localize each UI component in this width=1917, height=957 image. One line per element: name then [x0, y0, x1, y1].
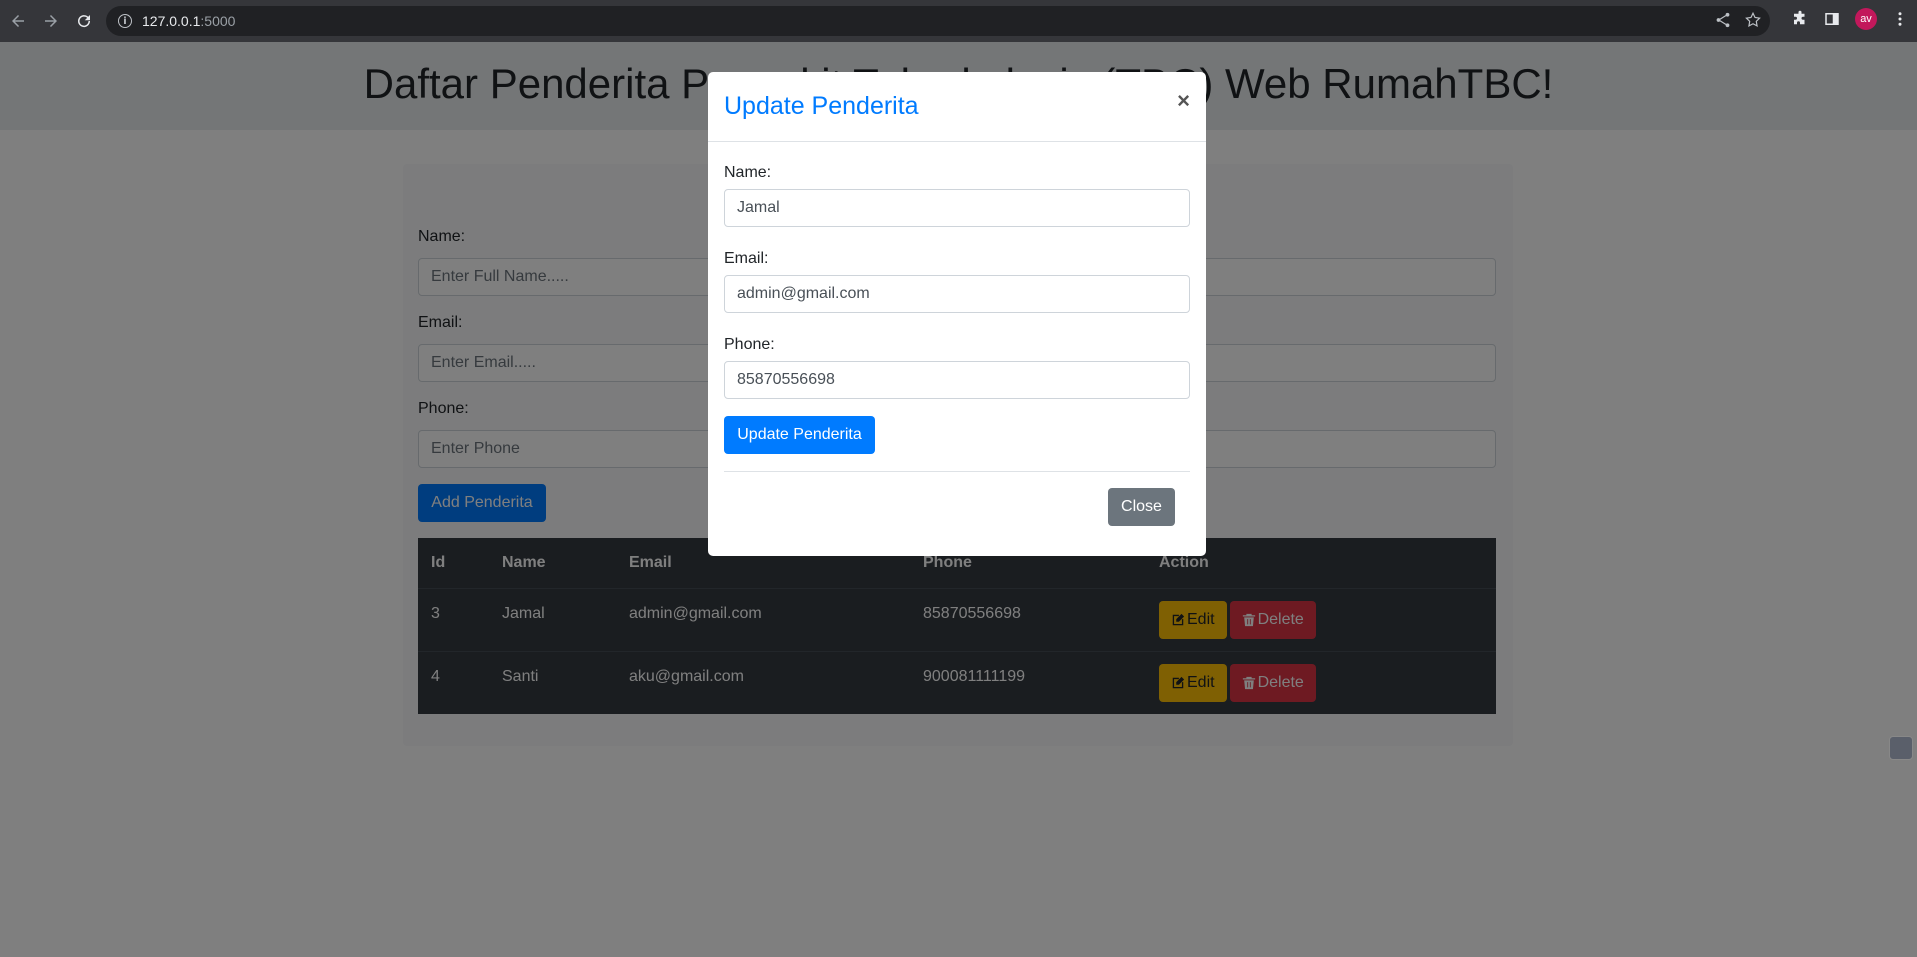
modal-close-x-button[interactable]: ×: [1177, 88, 1190, 114]
url-text: 127.0.0.1:5000: [142, 13, 236, 29]
modal-name-input[interactable]: Jamal: [724, 189, 1190, 227]
star-icon[interactable]: [1744, 11, 1762, 29]
modal-phone-input[interactable]: 85870556698: [724, 361, 1190, 399]
reload-icon: [78, 15, 91, 28]
modal-phone-label: Phone:: [724, 336, 775, 353]
modal-name-label: Name:: [724, 164, 772, 181]
devtools-widget-icon[interactable]: [1889, 736, 1913, 760]
info-icon[interactable]: i: [118, 14, 132, 28]
side-panel-icon[interactable]: [1823, 10, 1841, 28]
arrow-right-icon: [45, 15, 57, 27]
extensions-icon[interactable]: [1791, 10, 1809, 28]
modal-divider: [724, 471, 1190, 472]
share-icon[interactable]: [1714, 11, 1732, 29]
update-penderita-modal: Update Penderita × Name: Jamal Email: ad…: [708, 72, 1206, 556]
profile-avatar[interactable]: av: [1855, 8, 1877, 30]
arrow-left-icon: [12, 15, 24, 27]
modal-email-label: Email:: [724, 250, 769, 267]
browser-toolbar: i 127.0.0.1:5000 av: [0, 0, 1917, 42]
forward-button[interactable]: [36, 6, 66, 36]
reload-button[interactable]: [69, 6, 99, 36]
modal-email-input[interactable]: admin@gmail.com: [724, 275, 1190, 313]
modal-title: Update Penderita: [724, 92, 919, 120]
page-content: Daftar Penderita Penyakit Tuberkulosis (…: [0, 42, 1917, 957]
back-button[interactable]: [3, 6, 33, 36]
modal-close-button[interactable]: Close: [1108, 488, 1175, 526]
modal-header: Update Penderita ×: [708, 72, 1206, 142]
kebab-menu-icon[interactable]: [1891, 10, 1909, 28]
update-penderita-button[interactable]: Update Penderita: [724, 416, 875, 454]
address-bar[interactable]: i 127.0.0.1:5000: [106, 6, 1770, 36]
